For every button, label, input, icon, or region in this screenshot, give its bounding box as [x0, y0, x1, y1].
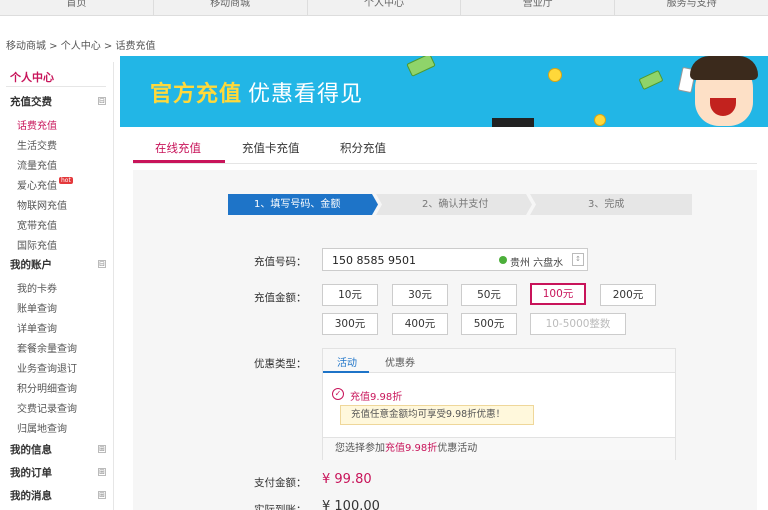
- sidebar-item-phone-recharge[interactable]: 话费充值: [17, 117, 57, 132]
- discount-summary-post: 优惠活动: [437, 443, 478, 454]
- collapse-icon[interactable]: ⊟: [98, 260, 106, 268]
- banknote-icon: [406, 56, 436, 77]
- real-amount-label: 实际到账：: [254, 504, 307, 510]
- amount-500[interactable]: 500元: [461, 313, 517, 335]
- sidebar-group-recharge[interactable]: 充值交费: [10, 94, 52, 109]
- nav-service-support[interactable]: 服务与支持: [615, 0, 768, 15]
- sidebar-item-iot-recharge[interactable]: 物联网充值: [17, 197, 67, 212]
- discount-box: 活动 优惠券 ✓ 充值9.98折 充值任意金额均可享受9.98折优惠！ 您选择参…: [322, 348, 676, 460]
- sidebar-divider: [6, 86, 106, 87]
- nav-mall[interactable]: 移动商城: [154, 0, 308, 15]
- tab-online-recharge[interactable]: 在线充值: [155, 140, 201, 156]
- sidebar-group-orders[interactable]: 我的订单: [10, 465, 52, 480]
- check-circle-icon[interactable]: ✓: [332, 388, 344, 400]
- discount-summary: 您选择参加充值9.98折优惠活动: [323, 437, 675, 460]
- breadcrumb[interactable]: 移动商城 > 个人中心 > 话费充值: [6, 37, 155, 52]
- amount-label: 充值金额：: [254, 292, 307, 304]
- banner-title: 官方充值: [150, 82, 243, 107]
- tab-points-recharge[interactable]: 积分充值: [340, 140, 386, 156]
- sidebar-item-service-unsubscribe[interactable]: 业务查询退订: [17, 360, 77, 375]
- contacts-icon[interactable]: ↕: [572, 253, 584, 266]
- progress-steps: 1、填写号码、金额 2、确认并支付 3、完成: [228, 194, 692, 215]
- step-fill-number: 1、填写号码、金额: [228, 194, 378, 215]
- active-tab-indicator: [133, 160, 225, 163]
- wallet-icon: [492, 118, 534, 127]
- phone-number-value: 150 8585 9501: [332, 254, 416, 267]
- sidebar-title[interactable]: 个人中心: [10, 69, 54, 85]
- amount-300[interactable]: 300元: [322, 313, 378, 335]
- nav-personal-center[interactable]: 个人中心: [308, 0, 462, 15]
- pay-amount-label: 支付金额：: [254, 477, 307, 489]
- real-amount-value: ¥ 100.00: [322, 499, 380, 510]
- sidebar-item-intl-recharge[interactable]: 国际充值: [17, 237, 57, 252]
- phone-label: 充值号码：: [254, 256, 307, 268]
- hot-badge: hot: [59, 177, 73, 184]
- sidebar-item-broadband-recharge[interactable]: 宽带充值: [17, 217, 57, 232]
- nav-home[interactable]: 首页: [0, 0, 154, 15]
- amount-10[interactable]: 10元: [322, 284, 378, 306]
- step-confirm-pay: 2、确认并支付: [376, 194, 532, 215]
- sidebar-item-bill-query[interactable]: 账单查询: [17, 300, 57, 315]
- tab-coupon[interactable]: 优惠券: [385, 354, 415, 369]
- sidebar-group-messages[interactable]: 我的消息: [10, 488, 52, 503]
- discount-tabbar: 活动 优惠券: [323, 349, 675, 373]
- expand-icon[interactable]: ⊞: [98, 491, 106, 499]
- sidebar-item-charity-recharge[interactable]: 爱心充值hot: [17, 177, 73, 192]
- sidebar-item-detail-query[interactable]: 详单查询: [17, 320, 57, 335]
- sidebar-item-coupons[interactable]: 我的卡券: [17, 280, 57, 295]
- sidebar-item-life-payment[interactable]: 生活交费: [17, 137, 57, 152]
- discount-summary-highlight: 充值9.98折: [385, 443, 438, 454]
- discount-summary-pre: 您选择参加: [335, 443, 385, 454]
- active-discount-tab-indicator: [323, 371, 369, 373]
- collapse-icon[interactable]: ⊟: [98, 97, 106, 105]
- coin-icon: [594, 114, 606, 126]
- discount-tip: 充值任意金额均可享受9.98折优惠！: [340, 405, 534, 425]
- sidebar-item-points-detail[interactable]: 积分明细查询: [17, 380, 77, 395]
- discount-option[interactable]: 充值9.98折: [350, 388, 402, 403]
- discount-label: 优惠类型：: [254, 358, 307, 370]
- promo-banner[interactable]: 官方充值 优惠看得见: [120, 56, 768, 127]
- location-check-icon: [499, 256, 507, 264]
- amount-100[interactable]: 100元: [530, 283, 586, 305]
- sidebar-group-info[interactable]: 我的信息: [10, 442, 52, 457]
- sidebar-item-package-balance[interactable]: 套餐余量查询: [17, 340, 77, 355]
- step-complete: 3、完成: [530, 194, 692, 215]
- sidebar: 个人中心 充值交费 ⊟ 话费充值 生活交费 流量充值 爱心充值hot 物联网充值…: [0, 62, 114, 510]
- phone-location: 贵州 六盘水: [510, 258, 564, 269]
- recharge-tabs: 在线充值 充值卡充值 积分充值: [133, 134, 757, 164]
- tab-card-recharge[interactable]: 充值卡充值: [242, 140, 300, 156]
- amount-200[interactable]: 200元: [600, 284, 656, 306]
- mascot-hair-icon: [690, 56, 758, 80]
- amount-400[interactable]: 400元: [392, 313, 448, 335]
- expand-icon[interactable]: ⊞: [98, 445, 106, 453]
- pay-amount-value: ¥ 99.80: [322, 472, 372, 487]
- sidebar-group-account[interactable]: 我的账户: [10, 257, 52, 272]
- sidebar-item-label: 爱心充值: [17, 181, 57, 192]
- sidebar-item-data-recharge[interactable]: 流量充值: [17, 157, 57, 172]
- phone-number-input[interactable]: 150 8585 9501 贵州 六盘水 ↕: [322, 248, 588, 271]
- sidebar-item-payment-record[interactable]: 交费记录查询: [17, 400, 77, 415]
- banknote-icon: [638, 69, 664, 91]
- top-nav: 首页 移动商城 个人中心 营业厅 服务与支持: [0, 0, 768, 16]
- amount-30[interactable]: 30元: [392, 284, 448, 306]
- nav-business-hall[interactable]: 营业厅: [461, 0, 616, 15]
- sidebar-item-location-query[interactable]: 归属地查询: [17, 420, 67, 435]
- tab-activity[interactable]: 活动: [337, 354, 357, 369]
- amount-50[interactable]: 50元: [461, 284, 517, 306]
- expand-icon[interactable]: ⊞: [98, 468, 106, 476]
- banner-subtitle: 优惠看得见: [248, 82, 364, 107]
- custom-amount-input[interactable]: 10-5000整数: [530, 313, 626, 335]
- coin-icon: [548, 68, 562, 82]
